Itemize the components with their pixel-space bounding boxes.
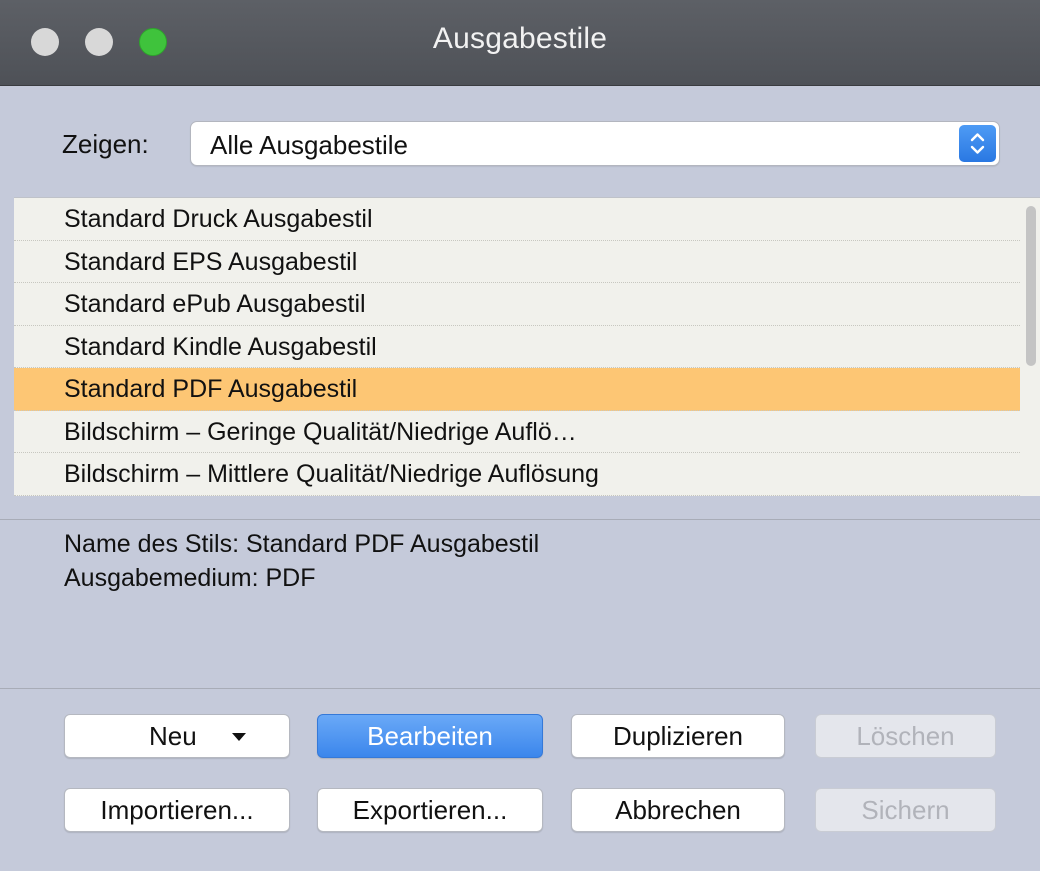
list-footer-gap [0,496,1040,520]
triangle-down-icon [232,733,246,741]
style-list[interactable]: Standard Druck Ausgabestil Standard EPS … [14,197,1040,497]
new-button-label: Neu [149,721,197,751]
list-item[interactable]: Standard Kindle Ausgabestil [14,326,1020,368]
cancel-button[interactable]: Abbrechen [571,788,785,832]
export-button[interactable]: Exportieren... [317,788,543,832]
edit-button[interactable]: Bearbeiten [317,714,543,758]
title-bar: Ausgabestile [0,0,1040,86]
list-item[interactable]: Bildschirm – Mittlere Qualität/Niedrige … [14,453,1020,496]
window-title: Ausgabestile [432,22,608,55]
filter-select[interactable]: Alle Ausgabestile [190,121,1000,166]
list-item-selected[interactable]: Standard PDF Ausgabestil [14,368,1020,411]
list-item[interactable]: Bildschirm – Geringe Qualität/Niedrige A… [14,411,1020,453]
filter-select-value: Alle Ausgabestile [210,130,409,160]
new-menu-button[interactable]: Neu [64,714,290,758]
output-medium-text: Ausgabemedium: PDF [64,564,316,592]
style-name-text: Name des Stils: Standard PDF Ausgabestil [64,530,540,558]
filter-label: Zeigen: [62,129,149,159]
duplicate-button[interactable]: Duplizieren [571,714,785,758]
list-scrollbar-thumb[interactable] [1026,206,1036,366]
up-down-chevron-icon [959,125,996,162]
style-details: Name des Stils: Standard PDF Ausgabestil… [64,527,539,595]
divider [0,688,1040,689]
list-item[interactable]: Standard ePub Ausgabestil [14,283,1020,326]
save-button[interactable]: Sichern [815,788,996,832]
list-item[interactable]: Standard EPS Ausgabestil [14,241,1020,283]
delete-button[interactable]: Löschen [815,714,996,758]
list-item[interactable]: Standard Druck Ausgabestil [14,198,1020,241]
list-scrollbar[interactable] [1020,198,1040,497]
import-button[interactable]: Importieren... [64,788,290,832]
